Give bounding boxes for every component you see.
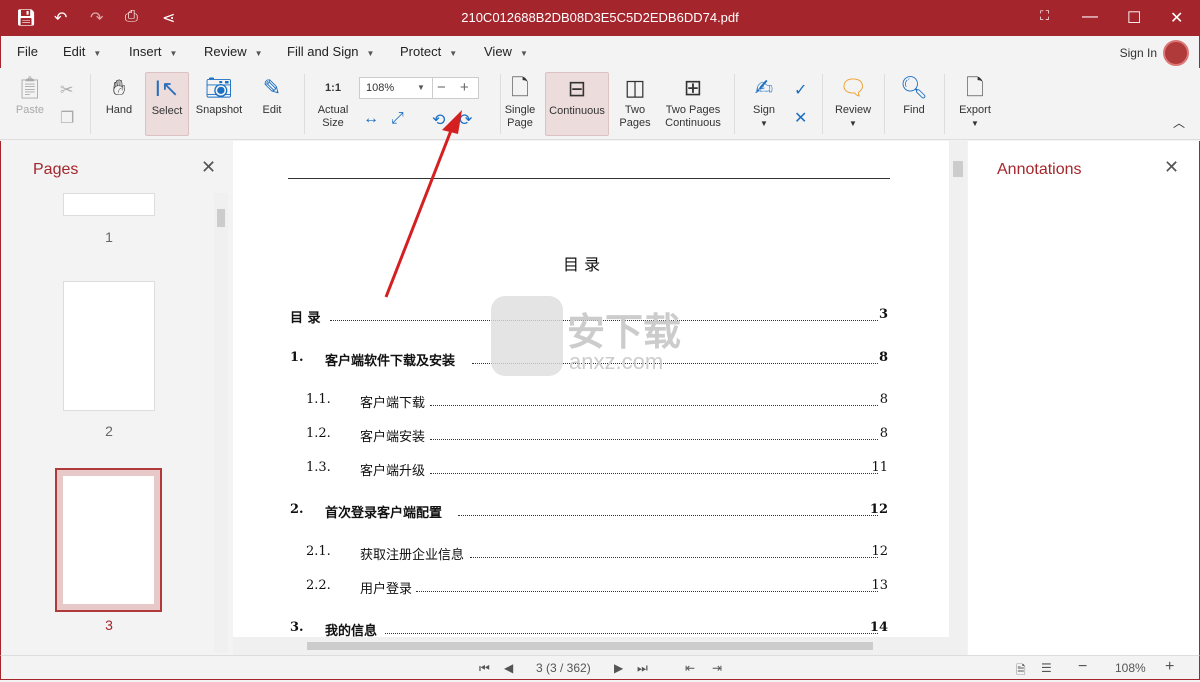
first-page-icon[interactable]: ⏮ (479, 661, 490, 676)
zoom-out-icon[interactable]: − (1078, 658, 1087, 676)
continuous-view-icon[interactable]: ☰ (1041, 661, 1052, 675)
next-view-icon[interactable]: ⇥ (712, 661, 722, 675)
previous-view-icon[interactable]: ⇤ (685, 661, 695, 675)
page-indicator[interactable]: 3 (3 / 362) (536, 661, 591, 675)
next-page-icon[interactable]: ▶ (614, 661, 623, 675)
single-page-view-icon[interactable]: 🗎︎ (1016, 661, 1026, 682)
last-page-icon[interactable]: ⏭ (637, 661, 648, 676)
zoom-level: 108% (1115, 661, 1146, 675)
red-arrow-annotation (384, 110, 462, 298)
previous-page-icon[interactable]: ◀ (504, 661, 513, 675)
zoom-in-icon[interactable]: + (1165, 658, 1174, 676)
status-bar: ⏮ ◀ 3 (3 / 362) ▶ ⏭ ⇤ ⇥ 🗎︎ ☰ − 108% + (0, 655, 1200, 680)
